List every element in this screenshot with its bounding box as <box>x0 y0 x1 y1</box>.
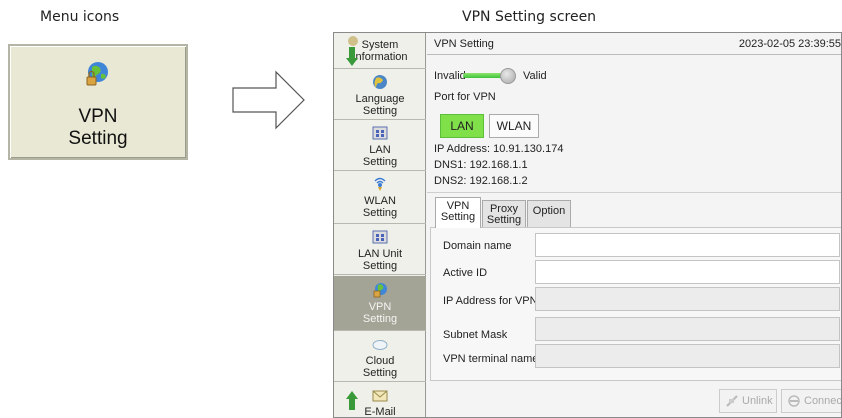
sidebar-item-language[interactable]: Language Setting <box>334 70 426 120</box>
lan-unit-icon <box>372 230 388 244</box>
subnet-mask-field <box>535 317 840 341</box>
vpn-globe-icon <box>373 283 387 298</box>
wlan-port-button[interactable]: WLAN <box>489 114 539 138</box>
toggle-knob[interactable] <box>500 68 516 84</box>
sidebar-item-label: LAN Setting <box>362 144 398 168</box>
vpn-screen-caption: VPN Setting screen <box>462 9 597 25</box>
connect-label: Connect <box>804 395 842 407</box>
divider <box>427 192 841 193</box>
active-id-field[interactable] <box>535 260 840 284</box>
sidebar-item-label: Cloud Setting <box>362 355 398 379</box>
settings-sidebar: System Information Language Setting LAN … <box>334 33 426 417</box>
sidebar-item-label: LAN Unit Setting <box>357 248 403 272</box>
active-id-label: Active ID <box>443 267 488 279</box>
ip-address-text: IP Address: 10.91.130.174 <box>434 143 564 155</box>
subnet-mask-label: Subnet Mask <box>443 329 508 341</box>
toggle-off-label: Invalid <box>434 70 466 82</box>
screen-header: VPN Setting 2023-02-05 23:39:55 <box>427 33 841 55</box>
email-icon <box>372 390 388 402</box>
sidebar-item-label: Language Setting <box>355 93 405 117</box>
sidebar-item-wlan[interactable]: WLAN Setting <box>334 172 426 224</box>
wlan-icon <box>374 177 386 191</box>
scroll-down-arrow-icon[interactable] <box>346 47 358 67</box>
vpn-globe-icon <box>86 62 108 86</box>
sidebar-item-lan-unit[interactable]: LAN Unit Setting <box>334 225 426 275</box>
tab-option[interactable]: Option <box>527 200 571 227</box>
connect-icon <box>788 395 800 407</box>
connect-button[interactable]: Connect <box>781 389 842 413</box>
dns2-text: DNS2: 192.168.1.2 <box>434 175 528 187</box>
vpn-setting-panel: VPN Setting 2023-02-05 23:39:55 Invalid … <box>427 33 842 417</box>
sidebar-item-label: VPN Setting <box>362 301 398 325</box>
tab-proxy-setting[interactable]: Proxy Setting <box>482 200 526 227</box>
domain-name-field[interactable] <box>535 233 840 257</box>
domain-name-label: Domain name <box>443 240 512 252</box>
page-title: VPN Setting <box>434 38 494 50</box>
lan-port-button[interactable]: LAN <box>440 114 484 138</box>
vpn-enable-toggle[interactable] <box>463 68 516 84</box>
sidebar-item-lan[interactable]: LAN Setting <box>334 121 426 171</box>
sidebar-item-label: WLAN Setting <box>362 195 398 219</box>
scroll-up-arrow-icon[interactable] <box>346 391 358 411</box>
language-icon <box>373 75 387 89</box>
vpn-setting-screen: System Information Language Setting LAN … <box>333 32 842 418</box>
menu-tile-label: VPN Setting <box>68 106 128 149</box>
vpn-terminal-name-field <box>535 344 840 368</box>
unlink-icon <box>726 395 738 407</box>
toggle-on-label: Valid <box>523 70 547 82</box>
datetime-display: 2023-02-05 23:39:55 <box>738 38 841 50</box>
dns1-text: DNS1: 192.168.1.1 <box>434 159 528 171</box>
ip-address-for-vpn-field <box>535 287 840 311</box>
sidebar-item-cloud[interactable]: Cloud Setting <box>334 332 426 382</box>
info-icon <box>348 36 358 46</box>
unlink-button[interactable]: Unlink <box>719 389 777 413</box>
tab-vpn-setting[interactable]: VPN Setting <box>435 197 481 228</box>
ip-address-for-vpn-label: IP Address for VPN <box>443 295 538 307</box>
port-for-vpn-label: Port for VPN <box>434 91 496 103</box>
sidebar-item-vpn[interactable]: VPN Setting <box>334 276 426 331</box>
lan-icon <box>372 126 388 140</box>
menu-icons-caption: Menu icons <box>40 9 120 25</box>
right-arrow-icon <box>232 70 305 130</box>
vpn-terminal-name-label: VPN terminal name <box>443 353 539 365</box>
unlink-label: Unlink <box>742 395 773 407</box>
cloud-icon <box>372 340 388 350</box>
vpn-setting-menu-tile[interactable]: VPN Setting <box>8 44 188 160</box>
